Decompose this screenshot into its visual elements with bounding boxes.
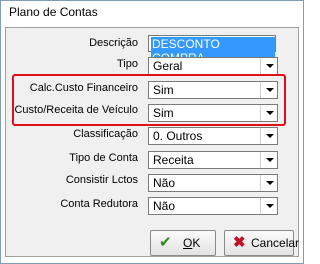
chevron-down-icon[interactable] (260, 128, 277, 144)
tipo-select[interactable]: Geral (148, 57, 278, 75)
tipo-de-conta-value: Receita (153, 153, 194, 167)
chevron-down-icon[interactable] (260, 152, 277, 168)
consistir-lctos-select[interactable]: Não (148, 174, 278, 192)
cancel-button[interactable]: ✖ Cancelar (224, 230, 299, 256)
conta-redutora-label: Conta Redutora (60, 198, 138, 210)
classificacao-value: 0. Outros (153, 129, 203, 143)
calc-custo-financeiro-select[interactable]: Sim (148, 81, 278, 99)
calc-custo-financeiro-label: Calc.Custo Financeiro (29, 82, 138, 94)
chevron-down-icon[interactable] (260, 198, 277, 214)
calc-custo-financeiro-value: Sim (153, 83, 174, 97)
custo-receita-veiculo-value: Sim (153, 106, 174, 120)
classificacao-label: Classificação (73, 128, 138, 140)
tipo-de-conta-label: Tipo de Conta (69, 152, 138, 164)
tipo-label: Tipo (117, 58, 138, 70)
chevron-down-icon[interactable] (260, 105, 277, 121)
descricao-label: Descrição (89, 37, 138, 49)
conta-redutora-value: Não (153, 199, 176, 213)
consistir-lctos-value: Não (153, 176, 176, 190)
title-bar[interactable]: Plano de Contas (1, 1, 303, 27)
chevron-down-icon[interactable] (260, 82, 277, 98)
ok-button-label: OK (183, 236, 201, 250)
consistir-lctos-label: Consistir Lctos (65, 174, 138, 186)
window-title: Plano de Contas (9, 5, 98, 19)
descricao-input[interactable]: DESCONTO COMPRA (148, 35, 276, 65)
checkmark-icon: ✔ (159, 234, 172, 251)
cancel-button-label: Cancelar (251, 236, 300, 250)
dialog-client-area: Descrição DESCONTO COMPRA Tipo Geral Cal… (5, 27, 299, 257)
chevron-down-icon[interactable] (260, 58, 277, 74)
x-icon: ✖ (233, 234, 246, 251)
chevron-down-icon[interactable] (260, 175, 277, 191)
conta-redutora-select[interactable]: Não (148, 197, 278, 215)
ok-button[interactable]: ✔ OK (150, 230, 216, 256)
tipo-value: Geral (153, 59, 183, 73)
dialog-window: Plano de Contas Descrição DESCONTO COMPR… (0, 0, 304, 264)
custo-receita-veiculo-select[interactable]: Sim (148, 104, 278, 122)
classificacao-select[interactable]: 0. Outros (148, 127, 278, 145)
custo-receita-veiculo-label: Custo/Receita de Veículo (14, 104, 138, 116)
tipo-de-conta-select[interactable]: Receita (148, 151, 278, 169)
